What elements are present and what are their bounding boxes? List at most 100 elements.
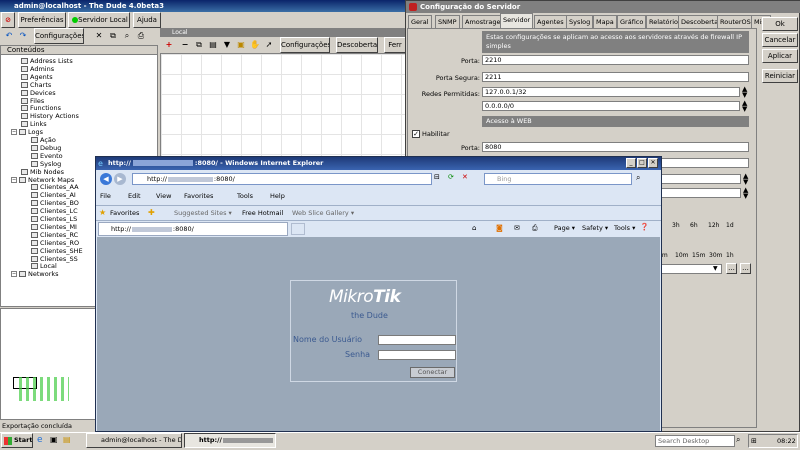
tree-item-clientes-lc[interactable]: Clientes_LC [31, 207, 78, 215]
network-2-updown-icon[interactable]: ▲ ▼ [742, 100, 747, 113]
secure-port-field[interactable]: 2211 [482, 72, 749, 82]
start-button[interactable]: Start [1, 433, 33, 448]
add-favorites-icon[interactable]: ✚ [148, 208, 155, 217]
tree-item-clientes-she[interactable]: Clientes_SHE [31, 247, 83, 255]
ie-address-bar[interactable]: http://:8080/ [132, 173, 432, 185]
tab-servidor[interactable]: Servidor [500, 13, 534, 28]
misc-small-button-2[interactable]: ... [740, 263, 751, 274]
tree-item-clientes-bo[interactable]: Clientes_BO [31, 199, 79, 207]
forward-icon[interactable]: ↷ [16, 29, 30, 43]
password-input[interactable] [378, 350, 456, 360]
home-icon[interactable]: ⌂ [472, 224, 476, 232]
pointer-icon[interactable]: ➚ [262, 38, 276, 52]
favorites-button[interactable]: Favorites [110, 209, 139, 217]
quicklaunch-desktop-icon[interactable]: ▣ [50, 435, 58, 444]
new-tab-button[interactable] [291, 223, 305, 235]
tree-item-clientes-ss[interactable]: Clientes_SS [31, 255, 78, 263]
ie-menu-file[interactable]: File [100, 192, 111, 200]
mini-map[interactable] [0, 308, 96, 420]
copy-icon[interactable]: ⧉ [192, 38, 206, 52]
web-port-field[interactable]: 8080 [482, 142, 749, 152]
ie-menu-tools[interactable]: Tools [237, 192, 253, 200]
delete-icon[interactable]: ✕ [92, 29, 106, 43]
hidden-field-1[interactable] [656, 158, 749, 168]
tools-menu[interactable]: Tools ▾ [614, 224, 635, 232]
ie-minimize-button[interactable]: _ [626, 158, 636, 168]
compat-view-icon[interactable]: ⊟ [434, 173, 440, 181]
clock[interactable]: 08:22 [777, 437, 796, 445]
task-dude[interactable]: admin@localhost - The D... [86, 433, 182, 448]
local-server-button[interactable]: Servidor Local [68, 12, 130, 28]
tree-item-history-actions[interactable]: History Actions [21, 112, 79, 120]
network-1-updown-icon[interactable]: ▲ ▼ [742, 86, 747, 99]
lock-icon[interactable]: ▣ [234, 38, 248, 52]
tab-descoberta[interactable]: Descoberta [678, 15, 722, 28]
tree-item-network-maps[interactable]: − Network Maps [11, 176, 74, 184]
stop-icon[interactable]: ✕ [462, 173, 468, 181]
ie-menu-edit[interactable]: Edit [128, 192, 141, 200]
expand-toggle-icon[interactable]: − [11, 271, 17, 278]
ie-menu-favorites[interactable]: Favorites [184, 192, 213, 200]
port-field[interactable]: 2210 [482, 55, 749, 65]
tab-geral[interactable]: Geral [408, 15, 432, 28]
allowed-network-2-field[interactable]: 0.0.0.0/0 [482, 101, 740, 111]
field-2-updown-icon[interactable]: ▲ ▼ [743, 173, 748, 186]
tab-agentes[interactable]: Agentes [534, 15, 567, 28]
tab-mapa[interactable]: Mapa [593, 15, 617, 28]
ie-menu-view[interactable]: View [156, 192, 171, 200]
tree-item-clientes-rc[interactable]: Clientes_RC [31, 231, 78, 239]
allowed-network-1-field[interactable]: 127.0.0.1/32 [482, 87, 740, 97]
tree-item-evento[interactable]: Evento [31, 152, 63, 160]
print-icon[interactable]: ⎙ [134, 29, 148, 43]
ie-back-icon[interactable]: ◀ [100, 173, 112, 185]
ie-menu-help[interactable]: Help [270, 192, 285, 200]
restart-button[interactable]: Reiniciar [762, 69, 798, 83]
copy-icon[interactable]: ⧉ [106, 29, 120, 43]
ie-close-button[interactable]: ✕ [648, 158, 658, 168]
map-canvas[interactable] [160, 53, 406, 158]
refresh-icon[interactable]: ⟳ [448, 173, 454, 181]
hidden-field-3[interactable] [656, 188, 741, 198]
hidden-field-2[interactable] [656, 174, 741, 184]
search-icon[interactable]: ⌕ [636, 173, 640, 183]
tree-item-clientes-aa[interactable]: Clientes_AA [31, 183, 79, 191]
tree-item-logs[interactable]: − Logs [11, 128, 43, 136]
tree-item-syslog[interactable]: Syslog [31, 160, 61, 168]
ok-button[interactable]: Ok [762, 17, 798, 31]
field-3-updown-icon[interactable]: ▲ ▼ [743, 187, 748, 200]
web-slice-link[interactable]: Web Slice Gallery ▾ [292, 209, 354, 217]
network-icon[interactable]: ⊞ [751, 437, 757, 445]
tab-gr-fico[interactable]: Gráfico [617, 15, 647, 28]
tree-item-clientes-mi[interactable]: Clientes_MI [31, 223, 77, 231]
tree-item-clientes-ls[interactable]: Clientes_LS [31, 215, 77, 223]
tree-item-address-lists[interactable]: Address Lists [21, 57, 73, 65]
paste-icon[interactable]: ▤ [206, 38, 220, 52]
tree-item-charts[interactable]: Charts [21, 81, 51, 89]
add-icon[interactable]: + [162, 38, 176, 52]
tree-item-functions[interactable]: Functions [21, 104, 61, 112]
disconnect-button[interactable]: ⊘ [1, 12, 15, 28]
preferences-button[interactable]: Preferências [18, 12, 66, 28]
safety-menu[interactable]: Safety ▾ [582, 224, 608, 232]
map-settings-button[interactable]: Configurações [280, 37, 330, 53]
mail-icon[interactable]: ✉ [514, 224, 520, 232]
tree-item-clientes-ai[interactable]: Clientes_AI [31, 191, 76, 199]
hand-icon[interactable]: ✋ [248, 38, 262, 52]
tree-item-files[interactable]: Files [21, 97, 44, 105]
quicklaunch-explorer-icon[interactable]: ▤ [63, 435, 71, 444]
tab-syslog[interactable]: Syslog [566, 15, 594, 28]
feeds-icon[interactable]: ◙ [496, 224, 503, 232]
help-button[interactable]: Ajuda [133, 12, 161, 28]
apply-button[interactable]: Aplicar [762, 49, 798, 63]
username-input[interactable] [378, 335, 456, 345]
tree-item-clientes-ro[interactable]: Clientes_RO [31, 239, 79, 247]
settings-button[interactable]: Configurações [34, 28, 84, 44]
task-ie[interactable]: http:// [184, 433, 276, 448]
cancel-button[interactable]: Cancelar [762, 33, 798, 47]
discovery-button[interactable]: Descoberta [336, 37, 378, 53]
back-icon[interactable]: ↶ [2, 29, 16, 43]
expand-toggle-icon[interactable]: − [11, 129, 17, 136]
ie-tab[interactable]: http://:8080/ [98, 222, 288, 236]
tab-routeros[interactable]: RouterOS [717, 15, 754, 28]
enable-checkbox[interactable]: ✓ [412, 130, 420, 138]
